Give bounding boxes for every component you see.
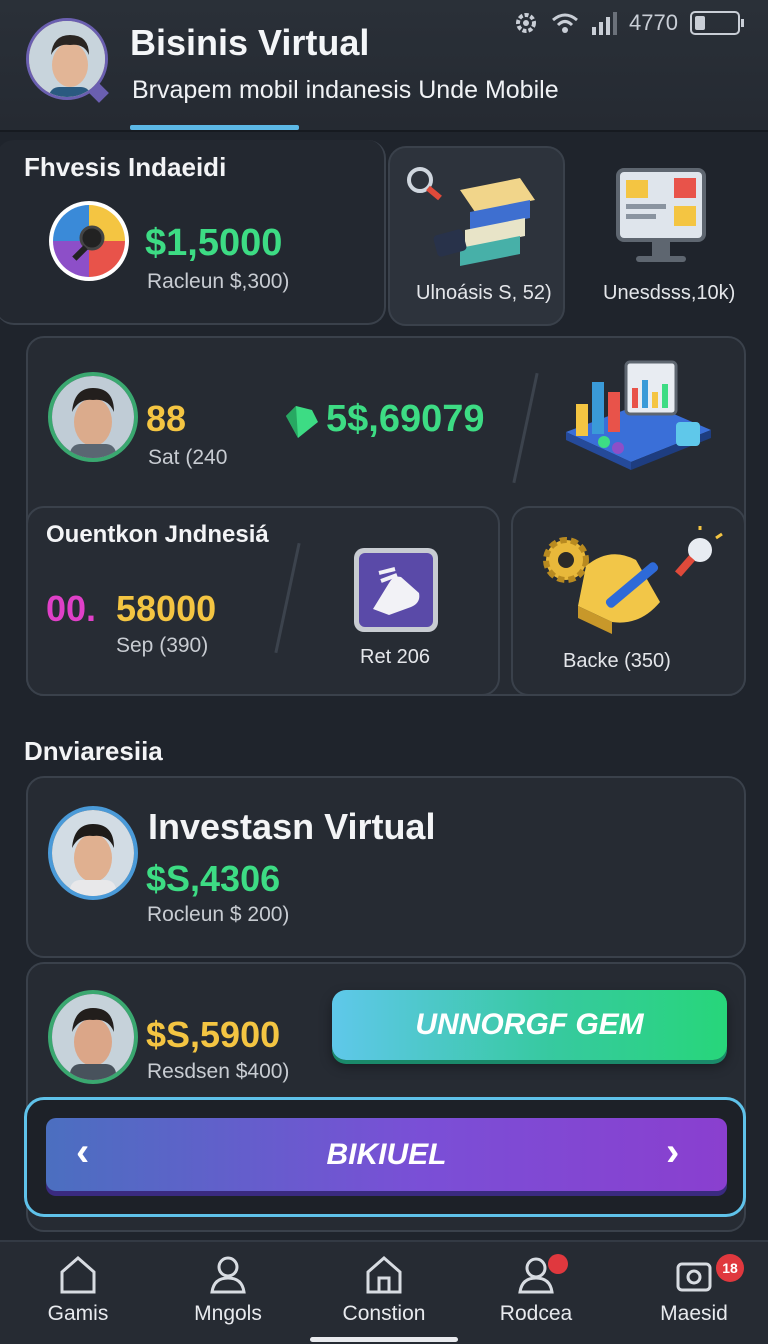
sub-card-caption: Sep (390) — [116, 634, 209, 657]
nav-item-gamis[interactable]: Gamis — [18, 1252, 138, 1326]
house-icon — [366, 1256, 402, 1294]
sub-card-prefix: 00. — [46, 588, 97, 629]
status-time: 4770 — [629, 10, 678, 35]
battery-icon — [690, 11, 744, 35]
monitor-icon — [616, 168, 706, 268]
sub-card-indonesia-title: Ouentkon Jndnesiá — [46, 521, 269, 548]
upgrade-caption: Resdsen $400) — [147, 1060, 290, 1083]
user-icon — [210, 1256, 246, 1294]
hand-tile-caption: Ret 206 — [360, 646, 431, 668]
gem-icon — [284, 404, 320, 440]
wallet-icon — [676, 1262, 712, 1292]
nav-label: Rodcea — [499, 1302, 573, 1325]
invest-title: Investasn Virtual — [148, 806, 436, 847]
chevron-left-icon[interactable]: ‹ — [76, 1130, 89, 1175]
gold-gear-icon — [540, 526, 726, 644]
stats-avatar — [48, 372, 138, 462]
section2-heading: Dnviaresiia — [24, 736, 163, 766]
gear-icon — [516, 13, 537, 33]
upgrade-value: $S,5900 — [146, 1014, 281, 1055]
app-title: Bisinis Virtual — [130, 22, 370, 63]
notification-badge — [548, 1254, 568, 1274]
status-bar: 4770 — [513, 10, 744, 36]
analytics-icon — [556, 352, 718, 482]
balance-value: $1,5000 — [145, 222, 283, 264]
app-subtitle[interactable]: Brvapem mobil indanesis Unde Mobile — [132, 76, 559, 105]
sub-card-value: 58000 — [116, 588, 217, 629]
hand-tile-icon[interactable] — [354, 548, 438, 632]
nav-item-rodcea[interactable]: Rodcea — [476, 1252, 596, 1326]
invest-caption: Rocleun $ 200) — [147, 903, 290, 926]
notification-badge: 18 — [716, 1254, 744, 1282]
gem-value: 5$,69079 — [326, 398, 485, 440]
books-icon — [400, 160, 550, 270]
sub-card-backe-caption: Backe (350) — [563, 650, 671, 672]
nav-item-constion[interactable]: Constion — [324, 1252, 444, 1326]
nav-label: Maesid — [660, 1302, 728, 1325]
upgrade-avatar — [48, 990, 138, 1084]
pager-button[interactable]: BIKIUEL — [46, 1118, 727, 1191]
invest-avatar — [48, 806, 138, 900]
stats-count-caption: Sat (240 — [148, 446, 228, 469]
invest-value: $S,4306 — [146, 858, 281, 899]
signal-icon — [592, 12, 618, 35]
stats-count: 88 — [146, 398, 187, 439]
wifi-icon — [552, 13, 579, 33]
nav-label: Gamis — [47, 1302, 109, 1325]
chevron-right-icon[interactable]: › — [666, 1130, 679, 1175]
tile-books-caption: Ulnoásis S, 52) — [416, 282, 552, 304]
pie-chart-icon — [48, 200, 130, 282]
active-tab-indicator — [130, 125, 299, 130]
nav-item-mngols[interactable]: Mngols — [168, 1252, 288, 1326]
upgrade-gem-button[interactable]: UNNORGF GEM — [332, 990, 727, 1060]
nav-label: Mngols — [194, 1302, 262, 1325]
section1-heading: Fhvesis Indaeidi — [24, 152, 227, 182]
home-indicator — [310, 1337, 458, 1342]
balance-caption: Racleun $,300) — [147, 270, 290, 293]
home-icon — [60, 1256, 96, 1294]
tile-monitor-caption: Unesdsss,10k) — [603, 282, 736, 304]
nav-label: Constion — [342, 1302, 426, 1325]
